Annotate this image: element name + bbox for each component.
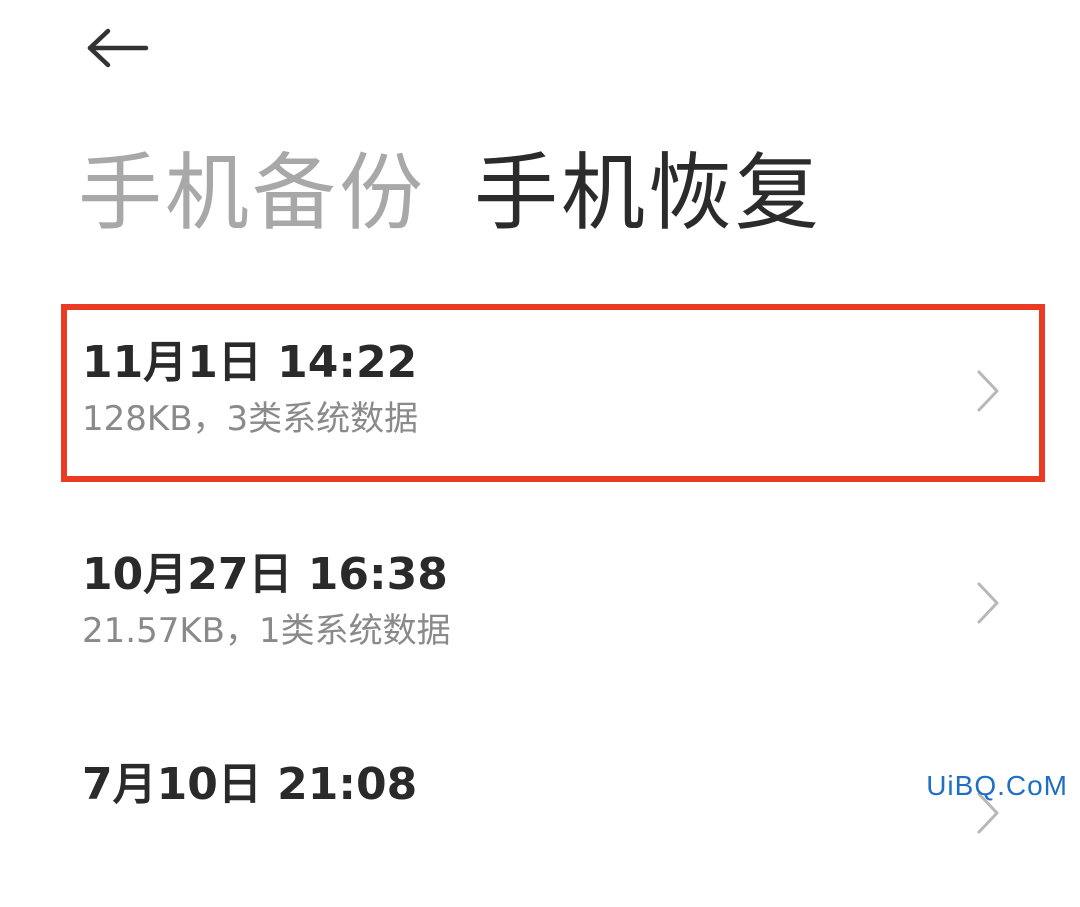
record-subtitle: 21.57KB，1类系统数据 [82, 611, 451, 651]
tab-phone-restore[interactable]: 手机恢复 [474, 138, 822, 248]
arrow-left-icon [87, 28, 149, 68]
watermark-text: UiBQ.CoM [926, 770, 1068, 801]
backup-record[interactable]: 11月1日 14:22 128KB，3类系统数据 [82, 335, 1022, 485]
back-button[interactable] [78, 16, 158, 80]
backup-record[interactable]: 10月27日 16:38 21.57KB，1类系统数据 [82, 547, 1022, 697]
chevron-right-icon [977, 370, 999, 412]
record-title: 10月27日 16:38 [82, 549, 448, 600]
record-title: 7月10日 21:08 [82, 759, 418, 810]
chevron-right-icon [977, 582, 999, 624]
tab-bar: 手机备份 手机恢复 [78, 138, 822, 248]
record-subtitle: 128KB，3类系统数据 [82, 399, 419, 439]
tab-phone-backup[interactable]: 手机备份 [78, 138, 426, 248]
backup-record[interactable]: 7月10日 21:08 [82, 757, 1022, 907]
record-title: 11月1日 14:22 [82, 337, 418, 388]
